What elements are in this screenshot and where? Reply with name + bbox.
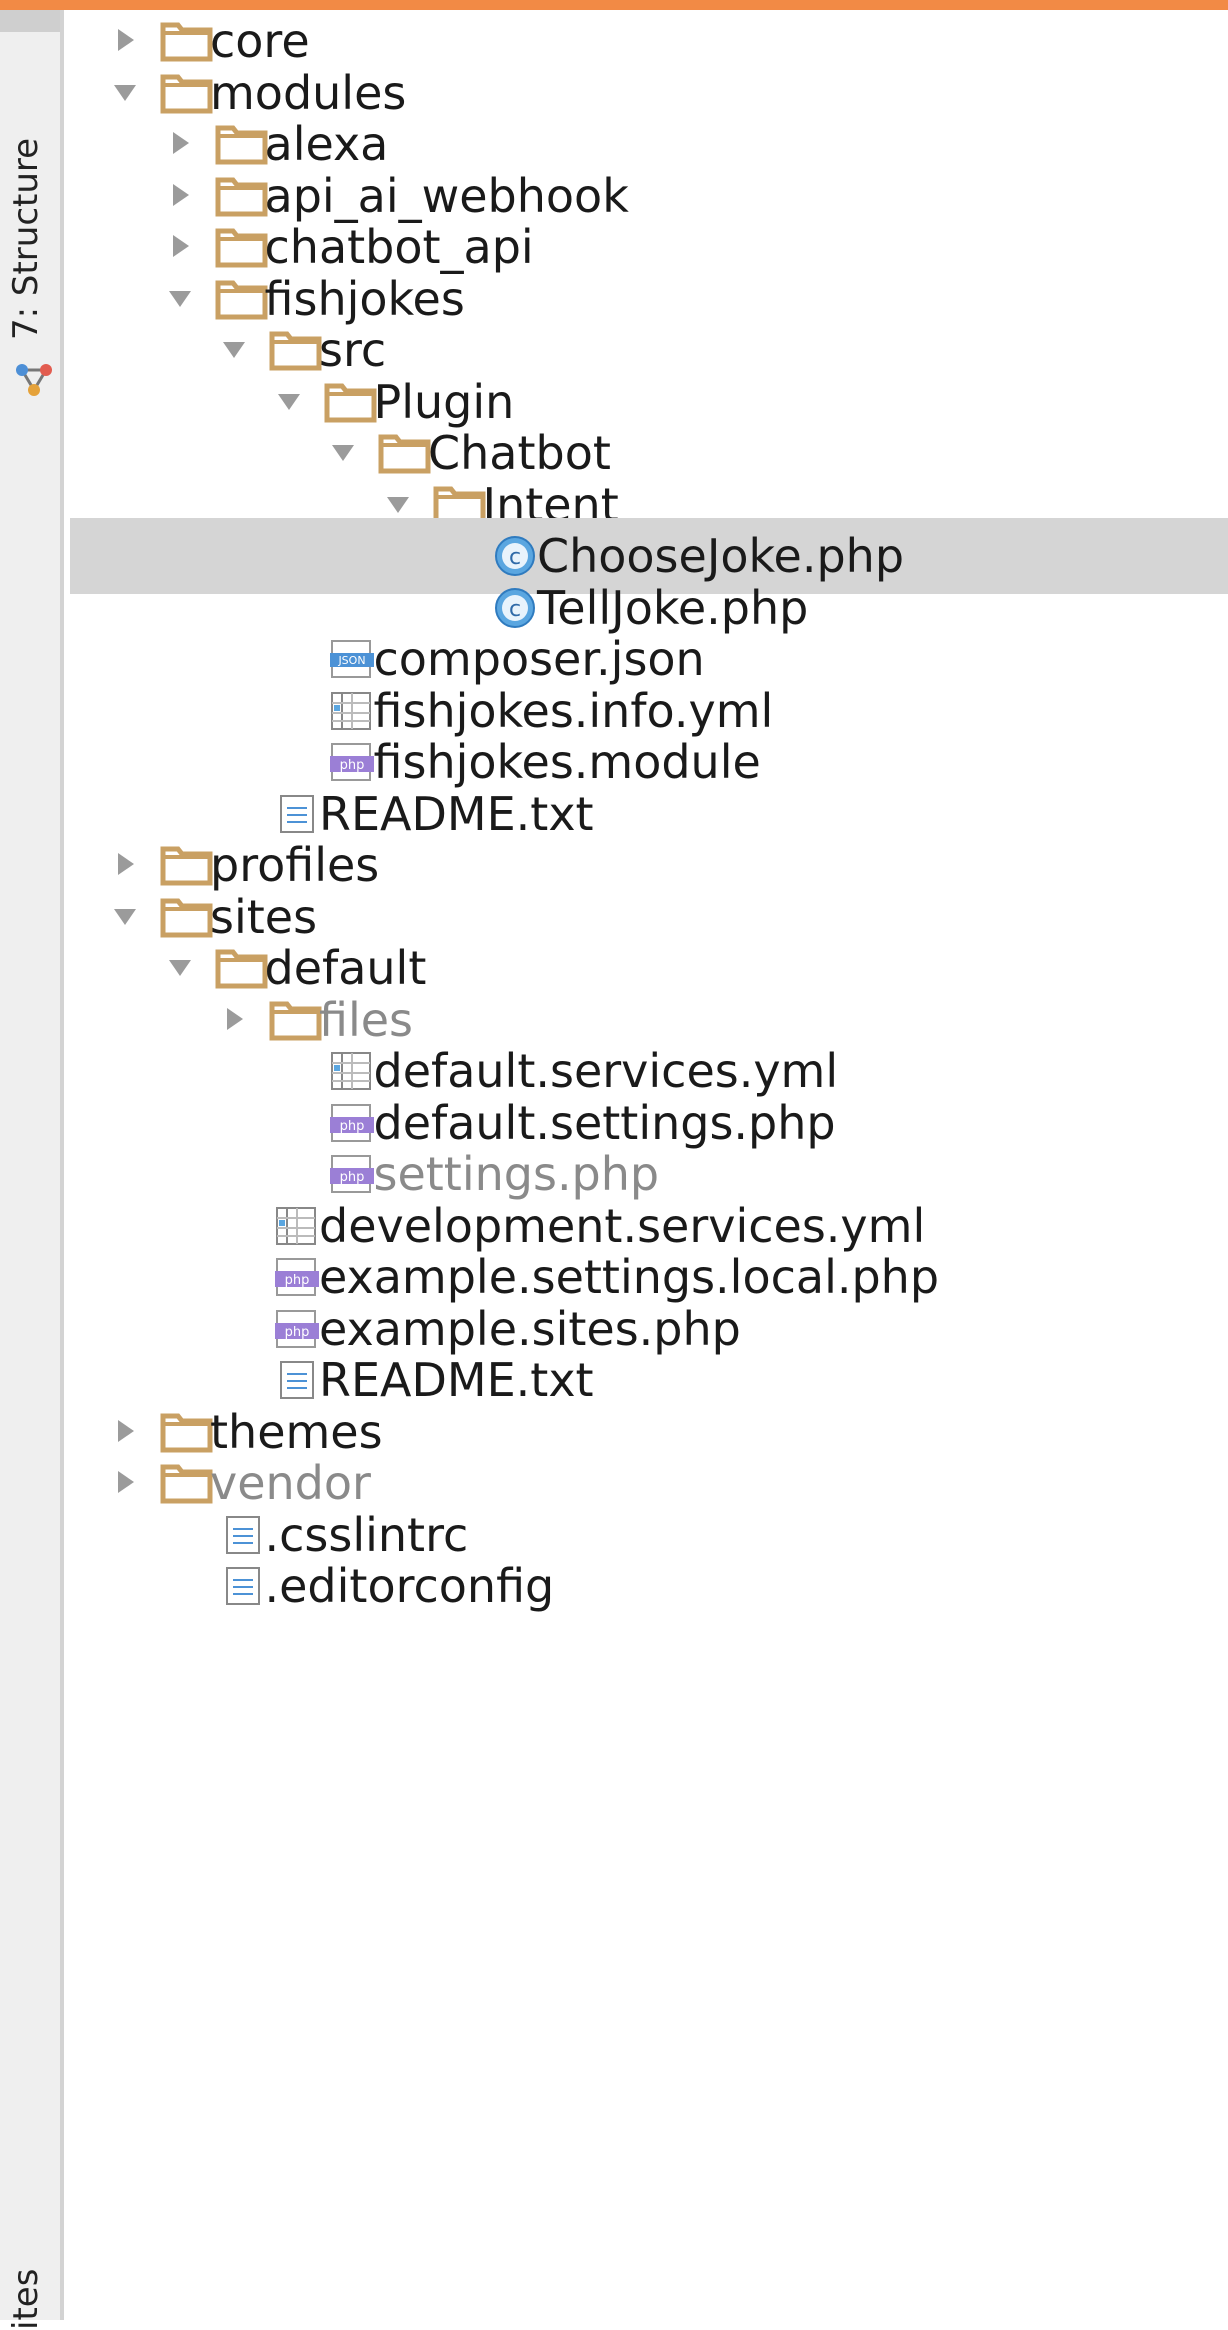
expand-arrow-down-icon[interactable]: [110, 901, 140, 931]
expand-arrow-down-icon[interactable]: [383, 489, 413, 519]
structure-tool-tab[interactable]: 7: Structure: [6, 80, 58, 410]
svg-text:php: php: [339, 1170, 364, 1185]
expand-arrow-down-icon[interactable]: [219, 334, 249, 364]
expand-arrow-down-icon[interactable]: [165, 283, 195, 313]
expand-arrow-down-icon[interactable]: [274, 386, 304, 416]
svg-text:php: php: [339, 1119, 364, 1134]
left-tool-window-strip: 7: Structure ites: [0, 10, 64, 2330]
expand-arrow-down-icon[interactable]: [328, 437, 358, 467]
expand-arrow-down-icon[interactable]: [165, 952, 195, 982]
tree-row[interactable]: .editorconfig: [70, 1548, 1228, 1624]
svg-text:c: c: [509, 545, 521, 570]
svg-text:JSON: JSON: [337, 654, 365, 667]
expand-arrow-right-icon[interactable]: [165, 180, 195, 210]
structure-tab-label: 7: Structure: [6, 137, 46, 340]
svg-text:c: c: [509, 597, 521, 622]
expand-arrow-right-icon[interactable]: [219, 1004, 249, 1034]
text-file-icon: [225, 1567, 260, 1605]
sites-tool-tab-label[interactable]: ites: [6, 2269, 46, 2330]
expand-arrow-right-icon[interactable]: [165, 128, 195, 158]
expand-arrow-right-icon[interactable]: [110, 1416, 140, 1446]
expand-arrow-right-icon[interactable]: [110, 1467, 140, 1497]
tree-item-label: .editorconfig: [264, 1559, 555, 1613]
svg-text:php: php: [285, 1325, 310, 1340]
svg-text:php: php: [339, 758, 364, 773]
expand-arrow-down-icon[interactable]: [110, 77, 140, 107]
expand-arrow-right-icon[interactable]: [165, 231, 195, 261]
expand-arrow-right-icon[interactable]: [110, 849, 140, 879]
tool-strip-top-cap: [0, 10, 60, 32]
svg-text:php: php: [285, 1273, 310, 1288]
expand-arrow-right-icon[interactable]: [110, 25, 140, 55]
structure-icon: [16, 364, 52, 396]
